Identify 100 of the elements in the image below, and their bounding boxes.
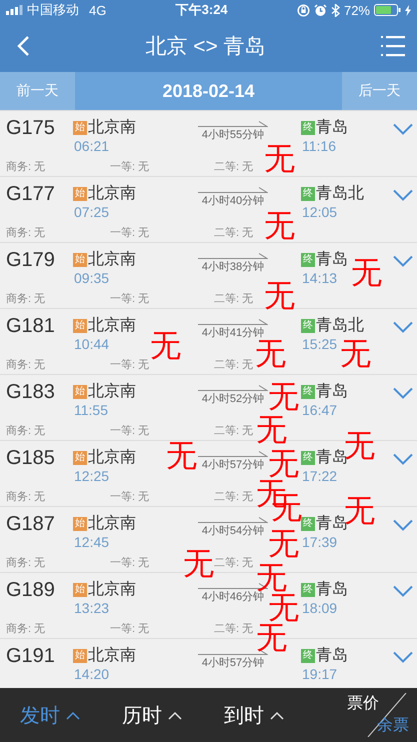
seat-availability: 商务: 无 bbox=[6, 359, 46, 371]
expand-chevron-icon[interactable] bbox=[393, 453, 413, 465]
departure-station: 北京南 bbox=[88, 580, 136, 600]
seat-availability: 商务: 无 bbox=[6, 623, 46, 635]
travel-duration: 4小时41分钟 bbox=[202, 326, 264, 340]
departure-time: 10:44 bbox=[74, 336, 110, 352]
origin-badge: 始 bbox=[73, 582, 87, 596]
floating-mark: 无 bbox=[268, 592, 299, 623]
departure-station: 北京南 bbox=[88, 448, 136, 468]
terminal-badge: 终 bbox=[301, 120, 315, 134]
floating-mark: 无 bbox=[268, 448, 299, 479]
departure-station: 北京南 bbox=[88, 250, 136, 270]
arrival-station: 青岛 bbox=[316, 118, 348, 138]
menu-button[interactable] bbox=[380, 35, 405, 57]
terminal-badge: 终 bbox=[301, 516, 315, 530]
sort-button[interactable]: 历时 bbox=[122, 702, 182, 728]
seat-availability: 二等: 无 bbox=[214, 293, 254, 305]
origin-badge: 始 bbox=[73, 384, 87, 398]
train-number: G189 bbox=[6, 578, 56, 602]
seat-availability: 商务: 无 bbox=[6, 161, 46, 173]
arrival-time: 14:13 bbox=[302, 270, 338, 286]
arrival-station: 青岛 bbox=[316, 448, 348, 468]
back-button[interactable] bbox=[16, 35, 30, 57]
bluetooth-icon bbox=[330, 4, 340, 16]
origin-badge: 始 bbox=[73, 648, 87, 662]
departure-station: 北京南 bbox=[88, 382, 136, 402]
origin-badge: 始 bbox=[73, 120, 87, 134]
sort-button[interactable]: 发时 bbox=[20, 702, 80, 728]
arrival-station: 青岛 bbox=[316, 514, 348, 534]
origin-badge: 始 bbox=[73, 186, 87, 200]
arrival-station: 青岛 bbox=[316, 646, 348, 666]
train-number: G187 bbox=[6, 512, 56, 536]
expand-chevron-icon[interactable] bbox=[393, 585, 413, 597]
arrival-time: 16:47 bbox=[302, 402, 338, 418]
floating-mark: 无 bbox=[264, 143, 295, 174]
expand-chevron-icon[interactable] bbox=[393, 651, 413, 663]
page-title: 北京 <> 青岛 bbox=[145, 34, 266, 60]
departure-time: 07:25 bbox=[74, 204, 110, 220]
next-day-button[interactable]: 后一天 bbox=[342, 72, 417, 110]
travel-duration: 4小时46分钟 bbox=[202, 591, 264, 604]
sort-option[interactable]: 余票 bbox=[377, 715, 409, 736]
expand-chevron-icon[interactable] bbox=[393, 321, 413, 333]
battery-icon bbox=[374, 4, 401, 16]
seat-availability: 二等: 无 bbox=[214, 623, 254, 635]
departure-station: 北京南 bbox=[88, 514, 136, 534]
seat-availability: 商务: 无 bbox=[6, 227, 46, 239]
floating-mark: 无 bbox=[256, 622, 287, 653]
origin-badge: 始 bbox=[73, 252, 87, 266]
expand-chevron-icon[interactable] bbox=[393, 123, 413, 135]
seat-availability: 二等: 无 bbox=[214, 161, 254, 173]
signal-icon bbox=[6, 5, 23, 15]
arrival-time: 11:16 bbox=[302, 138, 336, 154]
arrival-time: 18:09 bbox=[302, 600, 338, 616]
seat-availability: 二等: 无 bbox=[214, 557, 254, 569]
departure-station: 北京南 bbox=[88, 646, 136, 666]
seat-availability: 二等: 无 bbox=[214, 227, 254, 239]
train-number: G175 bbox=[6, 116, 56, 140]
travel-duration: 4小时38分钟 bbox=[202, 260, 264, 274]
seat-availability: 一等: 无 bbox=[110, 491, 150, 503]
arrival-time: 19:17 bbox=[302, 666, 338, 682]
arrival-station: 青岛 bbox=[316, 250, 348, 270]
departure-time: 06:21 bbox=[74, 138, 110, 154]
terminal-badge: 终 bbox=[301, 384, 315, 398]
terminal-badge: 终 bbox=[301, 648, 315, 662]
expand-chevron-icon[interactable] bbox=[393, 519, 413, 531]
seat-availability: 商务: 无 bbox=[6, 491, 46, 503]
origin-badge: 始 bbox=[73, 450, 87, 464]
sort-button[interactable]: 到时 bbox=[224, 702, 284, 728]
train-number: G177 bbox=[6, 182, 56, 206]
train-number: G181 bbox=[6, 314, 56, 338]
floating-mark: 无 bbox=[351, 257, 382, 288]
seat-availability: 一等: 无 bbox=[110, 359, 150, 371]
departure-station: 北京南 bbox=[88, 118, 136, 138]
departure-time: 12:45 bbox=[74, 534, 110, 550]
battery-percent: 72% bbox=[344, 2, 370, 18]
previous-day-button[interactable]: 前一天 bbox=[0, 72, 75, 110]
floating-mark: 无 bbox=[264, 210, 295, 241]
seat-availability: 一等: 无 bbox=[110, 425, 150, 437]
expand-chevron-icon[interactable] bbox=[393, 387, 413, 399]
departure-time: 14:20 bbox=[74, 666, 110, 682]
seat-availability: 一等: 无 bbox=[110, 293, 150, 305]
floating-mark: 无 bbox=[256, 414, 287, 445]
terminal-badge: 终 bbox=[301, 252, 315, 266]
departure-station: 北京南 bbox=[88, 184, 136, 204]
sort-option[interactable]: 票价 bbox=[347, 693, 379, 714]
alarm-icon bbox=[314, 4, 327, 16]
floating-mark: 无 bbox=[340, 338, 371, 369]
train-number: G179 bbox=[6, 248, 56, 272]
train-number: G185 bbox=[6, 446, 56, 470]
arrival-station: 青岛北 bbox=[316, 184, 364, 204]
travel-duration: 4小时57分钟 bbox=[202, 458, 264, 472]
departure-time: 13:23 bbox=[74, 600, 110, 616]
floating-mark: 无 bbox=[255, 338, 286, 369]
expand-chevron-icon[interactable] bbox=[393, 255, 413, 267]
seat-availability: 一等: 无 bbox=[110, 623, 150, 635]
expand-chevron-icon[interactable] bbox=[393, 189, 413, 201]
arrival-time: 12:05 bbox=[302, 204, 338, 220]
seat-availability: 一等: 无 bbox=[110, 557, 150, 569]
departure-time: 09:35 bbox=[74, 270, 110, 286]
network-type: 4G bbox=[89, 2, 106, 18]
